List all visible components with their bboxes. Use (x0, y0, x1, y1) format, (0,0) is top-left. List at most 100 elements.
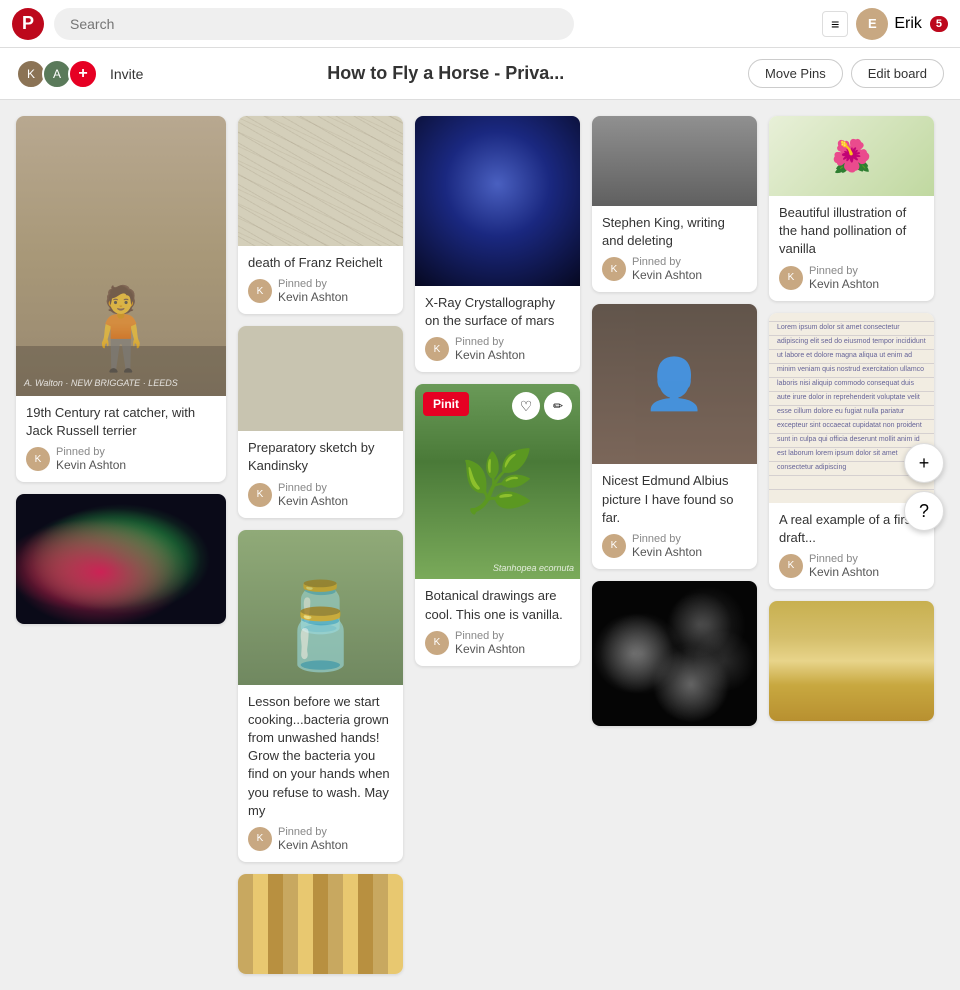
pinned-by-kandinsky: K Pinned by Kevin Ashton (248, 482, 393, 508)
invite-button[interactable]: Invite (110, 66, 143, 82)
pinner-avatar-illustration: K (779, 266, 803, 290)
pin-action-icons: ♡ ✏ (512, 392, 572, 420)
pin-card-flea[interactable] (16, 494, 226, 624)
pin-image-pattern (238, 874, 403, 974)
pin-image-stephen (592, 116, 757, 206)
pin-column-5: 🌺 Beautiful illustration of the hand pol… (769, 116, 934, 974)
user-name: Erik (894, 15, 922, 33)
pin-card-stephen[interactable]: Stephen King, writing and deleting K Pin… (592, 116, 757, 292)
pinner-info-bacteria: Pinned by Kevin Ashton (278, 826, 348, 852)
pinner-label: Pinned by (56, 446, 126, 458)
pin-info-kandinsky: Preparatory sketch by Kandinsky K Pinned… (238, 431, 403, 517)
pinned-by-crystallography: K Pinned by Kevin Ashton (425, 336, 570, 362)
pin-info-old-photo: 19th Century rat catcher, with Jack Russ… (16, 396, 226, 482)
pinner-label-illustration: Pinned by (809, 265, 879, 277)
pinner-label-bacteria: Pinned by (278, 826, 348, 838)
edit-board-button[interactable]: Edit board (851, 59, 944, 88)
pinner-avatar-franz: K (248, 279, 272, 303)
pinner-info-crystallography: Pinned by Kevin Ashton (455, 336, 525, 362)
pin-image-illustration: 🌺 (769, 116, 934, 196)
pin-card-franz[interactable]: death of Franz Reichelt K Pinned by Kevi… (238, 116, 403, 314)
pin-column-4: Stephen King, writing and deleting K Pin… (592, 116, 757, 974)
pin-desc-kandinsky: Preparatory sketch by Kandinsky (248, 439, 393, 475)
pin-image-kandinsky (238, 326, 403, 431)
pinner-avatar-bacteria: K (248, 827, 272, 851)
pin-image-diatoms (592, 581, 757, 726)
board-collaborators: K A + Invite (16, 59, 143, 89)
pin-heart-button[interactable]: ♡ (512, 392, 540, 420)
pin-image-franz (238, 116, 403, 246)
hamburger-button[interactable]: ≡ (822, 11, 848, 37)
pinner-label-franz: Pinned by (278, 278, 348, 290)
pin-image-portrait: 👤 (592, 304, 757, 464)
pin-info-portrait: Nicest Edmund Albius picture I have foun… (592, 464, 757, 569)
pinner-avatar-crystallography: K (425, 337, 449, 361)
pin-card-old-photo[interactable]: A. Walton · NEW BRIGGATE · LEEDS 19th Ce… (16, 116, 226, 482)
pinner-avatar-kandinsky: K (248, 483, 272, 507)
pinit-button[interactable]: Pinit (423, 392, 469, 416)
pinner-label-stephen: Pinned by (632, 256, 702, 268)
pinned-by-portrait: K Pinned by Kevin Ashton (602, 533, 747, 559)
pinner-avatar-stephen: K (602, 257, 626, 281)
pin-image-flea (16, 494, 226, 624)
pinner-avatar-old-photo: K (26, 447, 50, 471)
pin-info-franz: death of Franz Reichelt K Pinned by Kevi… (238, 246, 403, 314)
pin-info-crystallography: X-Ray Crystallography on the surface of … (415, 286, 580, 372)
pin-card-botanical[interactable]: 🌿 Stanhopea ecornuta Pinit ♡ ✏ Botanical… (415, 384, 580, 665)
pin-card-kandinsky[interactable]: Preparatory sketch by Kandinsky K Pinned… (238, 326, 403, 517)
pin-card-illustration[interactable]: 🌺 Beautiful illustration of the hand pol… (769, 116, 934, 301)
pinner-name-botanical: Kevin Ashton (455, 642, 525, 656)
sub-header: K A + Invite How to Fly a Horse - Priva.… (0, 48, 960, 100)
pin-card-textile[interactable] (769, 601, 934, 721)
pinned-by-franz: K Pinned by Kevin Ashton (248, 278, 393, 304)
pinner-name-bacteria: Kevin Ashton (278, 838, 348, 852)
pinner-info-franz: Pinned by Kevin Ashton (278, 278, 348, 304)
pinner-label-botanical: Pinned by (455, 630, 525, 642)
add-float-button[interactable]: + (904, 443, 944, 483)
notification-badge[interactable]: 5 (930, 16, 948, 32)
pin-image-botanical: 🌿 Stanhopea ecornuta Pinit ♡ ✏ (415, 384, 580, 579)
pin-desc-illustration: Beautiful illustration of the hand polli… (779, 204, 924, 259)
pin-desc-bacteria: Lesson before we start cooking...bacteri… (248, 693, 393, 820)
pinner-info-portrait: Pinned by Kevin Ashton (632, 533, 702, 559)
pinner-avatar-portrait: K (602, 534, 626, 558)
pin-info-stephen: Stephen King, writing and deleting K Pin… (592, 206, 757, 292)
pinner-name-franz: Kevin Ashton (278, 290, 348, 304)
pin-card-bacteria[interactable]: 🫙 Lesson before we start cooking...bacte… (238, 530, 403, 862)
pin-card-pattern[interactable] (238, 874, 403, 974)
pinner-name-stephen: Kevin Ashton (632, 268, 702, 282)
pin-card-crystallography[interactable]: X-Ray Crystallography on the surface of … (415, 116, 580, 372)
pinner-label-portrait: Pinned by (632, 533, 702, 545)
add-collaborator-button[interactable]: + (68, 59, 98, 89)
float-buttons: + ? (904, 443, 944, 531)
pin-desc-draft: A real example of a first draft... (779, 511, 924, 547)
pin-card-portrait[interactable]: 👤 Nicest Edmund Albius picture I have fo… (592, 304, 757, 569)
pinned-by-illustration: K Pinned by Kevin Ashton (779, 265, 924, 291)
pin-image-old-photo: A. Walton · NEW BRIGGATE · LEEDS (16, 116, 226, 396)
pinit-overlay: Pinit (423, 392, 469, 416)
pin-column-3: X-Ray Crystallography on the surface of … (415, 116, 580, 974)
header: P ≡ E Erik 5 (0, 0, 960, 48)
move-pins-button[interactable]: Move Pins (748, 59, 843, 88)
pinner-name-crystallography: Kevin Ashton (455, 348, 525, 362)
user-area[interactable]: E Erik (856, 8, 922, 40)
pin-edit-button[interactable]: ✏ (544, 392, 572, 420)
pins-grid: A. Walton · NEW BRIGGATE · LEEDS 19th Ce… (0, 100, 960, 990)
pin-desc-old-photo: 19th Century rat catcher, with Jack Russ… (26, 404, 216, 440)
pin-desc-botanical: Botanical drawings are cool. This one is… (425, 587, 570, 623)
pinner-label-draft: Pinned by (809, 553, 879, 565)
board-title: How to Fly a Horse - Priva... (327, 63, 564, 84)
pin-desc-portrait: Nicest Edmund Albius picture I have foun… (602, 472, 747, 527)
pin-column-2: death of Franz Reichelt K Pinned by Kevi… (238, 116, 403, 974)
pinterest-logo[interactable]: P (12, 8, 44, 40)
pin-desc-stephen: Stephen King, writing and deleting (602, 214, 747, 250)
pinned-by-bacteria: K Pinned by Kevin Ashton (248, 826, 393, 852)
pinner-name-illustration: Kevin Ashton (809, 277, 879, 291)
pin-card-diatoms[interactable] (592, 581, 757, 726)
help-float-button[interactable]: ? (904, 491, 944, 531)
search-input[interactable] (54, 8, 574, 40)
board-actions: Move Pins Edit board (748, 59, 944, 88)
pinner-name-old-photo: Kevin Ashton (56, 458, 126, 472)
pin-info-bacteria: Lesson before we start cooking...bacteri… (238, 685, 403, 862)
pinterest-p-icon: P (22, 13, 34, 34)
